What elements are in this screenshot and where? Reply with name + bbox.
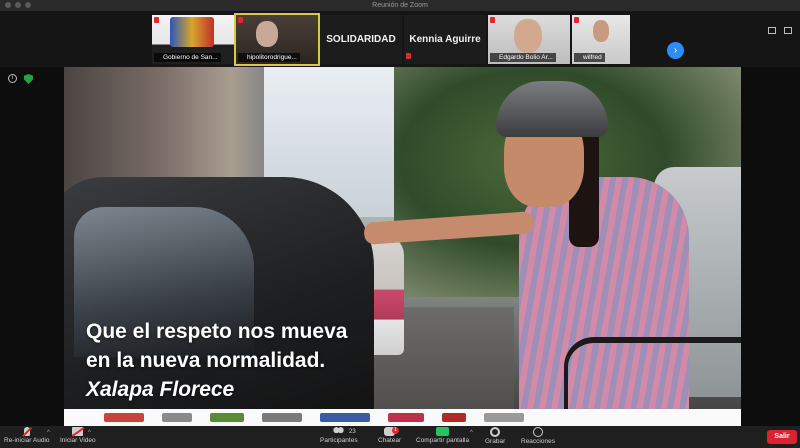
participant-tile[interactable]: SOLIDARIDAD — [320, 15, 402, 64]
share-screen-label: Compartir pantalla — [416, 437, 470, 444]
smiley-icon — [532, 427, 543, 437]
muted-mic-icon — [490, 16, 495, 23]
sponsor-logo — [320, 413, 370, 422]
participant-name: wilfred — [574, 53, 605, 62]
share-screen-button[interactable]: Compartir pantalla — [416, 427, 469, 447]
chevron-up-icon[interactable]: ^ — [470, 430, 473, 436]
participant-video — [256, 21, 278, 47]
meeting-info-icon[interactable]: i — [8, 74, 17, 83]
muted-mic-icon — [238, 16, 243, 23]
speaker-view-icon[interactable] — [768, 27, 776, 34]
participant-name-large: Kennia Aguirre — [409, 34, 481, 45]
close-window-icon[interactable] — [5, 2, 11, 8]
reinit-audio-label: Re-iniciar Audio — [4, 437, 50, 444]
participant-count: 23 — [349, 429, 356, 435]
share-screen-icon — [436, 427, 450, 436]
reinit-audio-button[interactable]: Re-iniciar Audio — [4, 427, 50, 447]
participant-logo — [170, 17, 214, 47]
participant-tile[interactable]: wilfred — [572, 15, 630, 64]
chevron-up-icon[interactable]: ^ — [47, 430, 50, 436]
participants-icon — [333, 427, 345, 436]
view-options[interactable] — [768, 27, 792, 34]
maximize-window-icon[interactable] — [25, 2, 31, 8]
slogan-text: Que el respeto nos mueva en la nueva nor… — [86, 317, 347, 404]
sponsor-logo — [484, 413, 524, 422]
window-title: Reunión de Zoom — [372, 2, 428, 9]
reactions-label: Reacciones — [521, 438, 555, 445]
sponsor-logo — [442, 413, 466, 422]
sponsor-logo — [104, 413, 144, 422]
muted-mic-icon — [574, 16, 579, 23]
participant-name: hipolitorodrigue... — [238, 53, 300, 62]
record-icon — [490, 427, 501, 437]
participant-name-large: SOLIDARIDAD — [326, 34, 396, 45]
start-video-label: Iniciar Video — [60, 437, 96, 444]
slogan-line: en la nueva normalidad. — [86, 349, 326, 372]
participant-tile[interactable]: Kennia Aguirre — [404, 15, 486, 64]
window-controls[interactable] — [5, 2, 31, 8]
shared-screen: Que el respeto nos mueva en la nueva nor… — [64, 67, 741, 426]
slogan-brand: Xalapa Florece — [86, 378, 235, 401]
video-off-icon — [72, 427, 84, 436]
sponsor-logo — [262, 413, 302, 422]
window-titlebar: Reunión de Zoom — [0, 0, 800, 11]
participant-name: Gobierno de San... — [154, 53, 221, 62]
fullscreen-icon[interactable] — [784, 27, 792, 34]
sponsor-logo-strip — [64, 409, 741, 426]
participant-tile-active-speaker[interactable]: hipolitorodrigue... — [234, 13, 320, 66]
record-label: Grabar — [485, 438, 506, 445]
muted-mic-icon — [23, 427, 30, 436]
sponsor-logo — [210, 413, 244, 422]
record-button[interactable]: Grabar — [485, 427, 505, 447]
chat-label: Chatear — [378, 437, 402, 444]
encryption-shield-icon[interactable] — [24, 74, 33, 84]
meeting-toolbar: Re-iniciar Audio ^ Iniciar Video ^ Parti… — [0, 426, 800, 448]
participant-strip: Gobierno de San... hipolitorodrigue... S… — [0, 11, 800, 67]
minimize-window-icon[interactable] — [15, 2, 21, 8]
participant-tile[interactable]: Gobierno de San... — [152, 15, 234, 64]
participant-tile[interactable]: Edgardo Bolio Ar... — [488, 15, 570, 64]
sponsor-logo — [388, 413, 424, 422]
sponsor-logo — [162, 413, 192, 422]
reactions-button[interactable]: Reacciones — [521, 427, 555, 447]
muted-mic-icon — [154, 16, 159, 23]
participant-name: Edgardo Bolio Ar... — [490, 53, 556, 62]
leave-meeting-button[interactable]: Salir — [767, 430, 797, 444]
slogan-line: Que el respeto nos mueva — [86, 320, 348, 343]
chat-unread-badge: 1 — [392, 427, 400, 434]
participants-label: Participantes — [320, 437, 358, 444]
chevron-up-icon[interactable]: ^ — [88, 430, 91, 436]
participant-video — [593, 20, 609, 42]
muted-mic-icon — [406, 53, 411, 59]
participant-video — [514, 19, 542, 53]
chevron-right-icon[interactable]: › — [667, 42, 684, 59]
